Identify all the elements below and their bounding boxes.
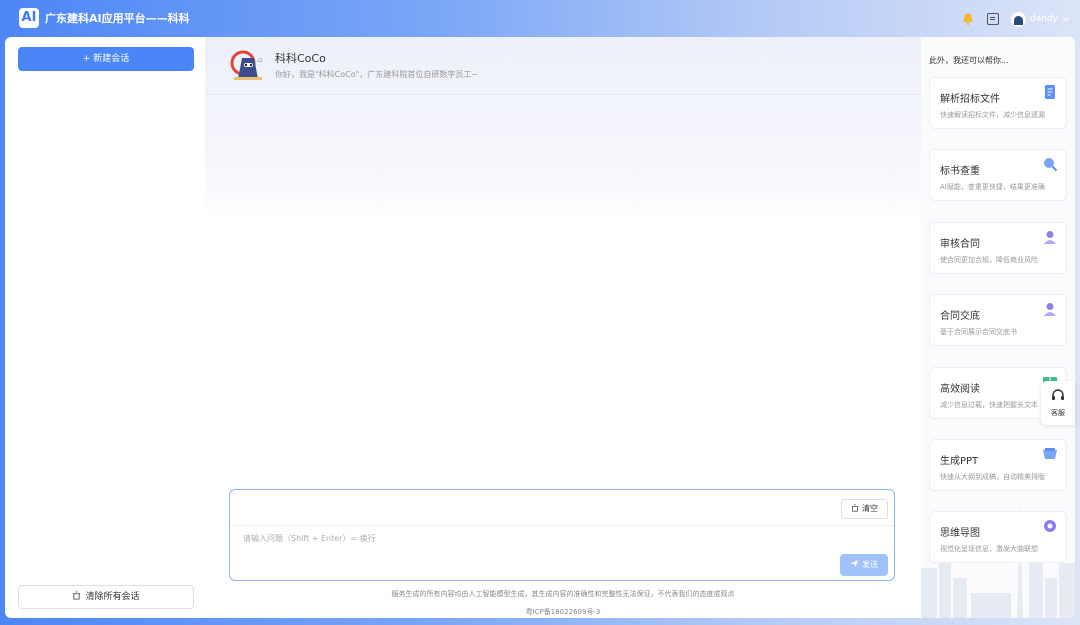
feature-card-review-contract[interactable]: 审核合同 使合同更加合规，降低商业风险 xyxy=(929,222,1067,274)
card-title: 审核合同 xyxy=(940,239,980,250)
clear-all-label: 清除所有会话 xyxy=(85,592,140,602)
icp-link[interactable]: 粤ICP备18022609号-3 xyxy=(205,607,921,617)
bot-name: 科科CoCo xyxy=(275,52,326,65)
new-chat-button[interactable]: + 新建会话 xyxy=(18,47,194,71)
card-title: 解析招标文件 xyxy=(940,94,1000,105)
customer-service-button[interactable]: 客服 xyxy=(1041,381,1075,425)
card-title: 合同交底 xyxy=(940,311,980,322)
card-title: 高效阅读 xyxy=(940,384,980,395)
feature-card-contract-briefing[interactable]: 合同交底 基于合同展示合同交底书 xyxy=(929,294,1067,346)
top-bar: AI 广东建科AI应用平台——科科 dandy xyxy=(0,0,1080,37)
card-desc: 快速从大纲到成稿，自动精美排版 xyxy=(940,473,1045,481)
ppt-icon xyxy=(1043,448,1057,459)
clear-label: 清空 xyxy=(862,504,878,513)
bot-avatar xyxy=(230,50,263,80)
bot-greeting: 你好，我是"科科CoCo"，广东建科院首位自研数字员工~ xyxy=(275,70,479,79)
send-label: 发送 xyxy=(862,560,878,569)
card-title: 思维导图 xyxy=(940,528,980,539)
mindmap-icon xyxy=(1044,520,1056,532)
conversation-sidebar: + 新建会话 清除所有会话 xyxy=(5,37,205,618)
document-icon xyxy=(1045,85,1055,99)
chevron-down-icon xyxy=(1062,17,1070,22)
card-desc: 快速解读招标文件，减少信息遗漏 xyxy=(940,111,1045,119)
header-divider xyxy=(205,94,921,95)
bell-icon[interactable] xyxy=(961,12,975,26)
avatar xyxy=(1011,11,1027,27)
top-right-actions: dandy xyxy=(961,9,1070,29)
user-name: dandy xyxy=(1030,14,1058,24)
headset-icon xyxy=(1052,389,1064,400)
chat-input[interactable]: 请输入问题（Shift + Enter）= 换行 xyxy=(243,533,376,544)
app-logo: AI xyxy=(19,8,39,28)
card-desc: 基于合同展示合同交底书 xyxy=(940,328,1017,336)
chat-area: 科科CoCo 你好，我是"科科CoCo"，广东建科院首位自研数字员工~ 清空 请… xyxy=(205,37,921,618)
card-desc: AI赋能，查重更快捷，结果更准确 xyxy=(940,183,1045,191)
send-button[interactable]: 发送 xyxy=(840,554,888,576)
input-divider xyxy=(230,525,894,526)
feature-card-plagiarism-check[interactable]: 标书查重 AI赋能，查重更快捷，结果更准确 xyxy=(929,149,1067,201)
feature-panel: 此外，我还可以帮你... 解析招标文件 快速解读招标文件，减少信息遗漏 标书查重… xyxy=(921,37,1075,618)
send-icon xyxy=(850,559,859,568)
user-icon xyxy=(1044,231,1056,244)
feature-card-generate-ppt[interactable]: 生成PPT 快速从大纲到成稿，自动精美排版 xyxy=(929,439,1067,491)
feature-card-mind-map[interactable]: 思维导图 视觉化呈现信息，激发大脑联想 xyxy=(929,511,1067,563)
search-icon xyxy=(1044,158,1058,172)
clear-all-conversations-button[interactable]: 清除所有会话 xyxy=(18,585,194,609)
document-icon[interactable] xyxy=(987,13,1000,25)
feature-card-parse-tender[interactable]: 解析招标文件 快速解读招标文件，减少信息遗漏 xyxy=(929,77,1067,129)
clear-input-button[interactable]: 清空 xyxy=(841,499,888,519)
card-title: 标书查重 xyxy=(940,166,980,177)
user-icon xyxy=(1044,303,1056,316)
customer-service-label: 客服 xyxy=(1051,409,1065,417)
trash-icon xyxy=(73,591,81,600)
user-menu[interactable]: dandy xyxy=(1011,11,1070,27)
app-title: 广东建科AI应用平台——科科 xyxy=(45,12,190,25)
disclaimer-text: 服务生成的所有内容均由人工智能模型生成，其生成内容的准确性和完整性无法保证，不代… xyxy=(391,590,735,598)
card-title: 生成PPT xyxy=(940,456,979,467)
card-desc: 使合同更加合规，降低商业风险 xyxy=(940,256,1038,264)
card-desc: 视觉化呈现信息，激发大脑联想 xyxy=(940,545,1038,553)
trash-icon xyxy=(851,504,859,512)
feature-panel-title: 此外，我还可以帮你... xyxy=(929,56,1009,65)
chat-input-box: 清空 请输入问题（Shift + Enter）= 换行 发送 xyxy=(229,489,895,581)
